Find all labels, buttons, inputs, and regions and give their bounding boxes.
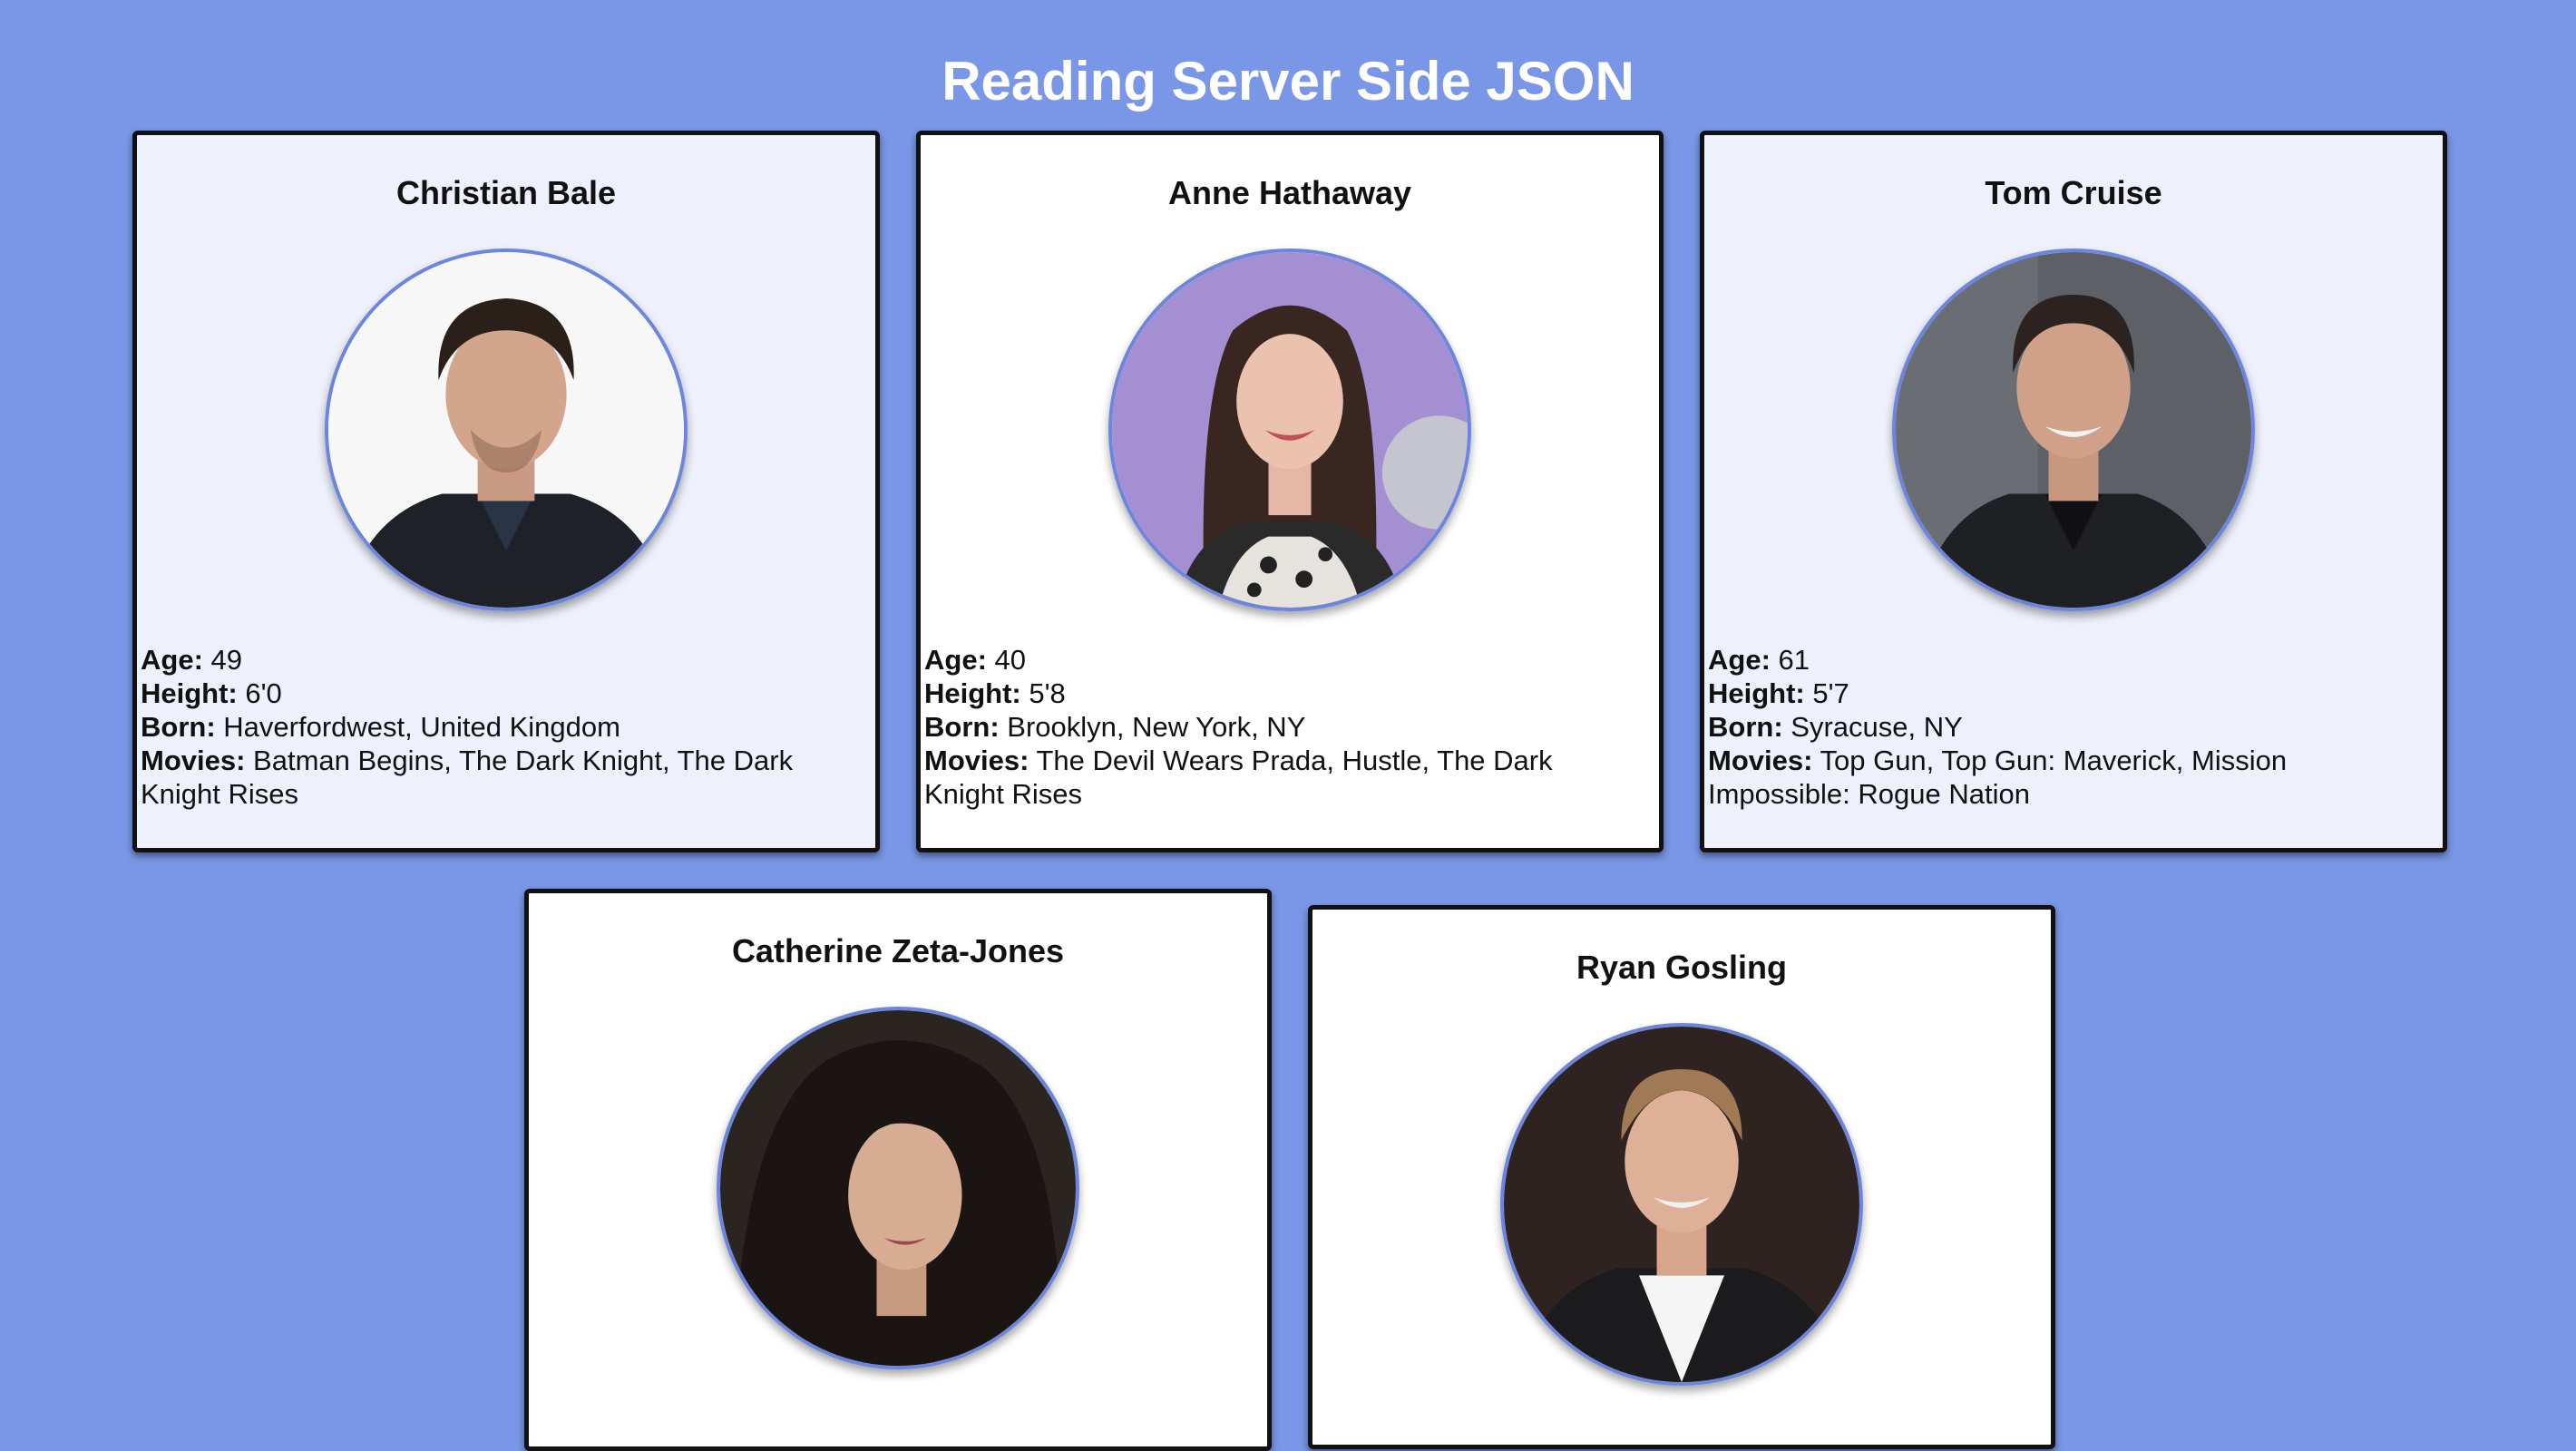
height-row: Height: 5'8 (924, 677, 1615, 710)
age-row: Age: 49 (141, 643, 832, 677)
actor-card-tom-cruise: Tom Cruise Age: 61 Height: 5'7 Born: Syr… (1700, 131, 2447, 852)
height-row: Height: 6'0 (141, 677, 832, 710)
actor-photo (1500, 1023, 1863, 1386)
actor-name: Anne Hathaway (1167, 174, 1412, 211)
born-row: Born: Haverfordwest, United Kingdom (141, 710, 832, 744)
movies-row: Movies: The Devil Wears Prada, Hustle, T… (924, 744, 1615, 811)
actor-name: Tom Cruise (1985, 174, 2162, 211)
age-row: Age: 40 (924, 643, 1615, 677)
age-label: Age: (1708, 644, 1771, 676)
actor-card-anne-hathaway: Anne Hathaway Age: 40 Height: 5'8 Born: … (916, 131, 1664, 852)
actor-name: Christian Bale (395, 174, 617, 211)
actor-info: Age: 40 Height: 5'8 Born: Brooklyn, New … (924, 643, 1615, 811)
age-row: Age: 61 (1708, 643, 2399, 677)
height-value: 5'7 (1812, 677, 1849, 709)
height-value: 6'0 (245, 677, 282, 709)
age-value: 49 (210, 644, 242, 676)
actor-photo (1892, 248, 2255, 611)
actor-card-christian-bale: Christian Bale Age: 49 Height: 6'0 Born:… (132, 131, 880, 852)
born-value: Syracuse, NY (1791, 711, 1963, 743)
movies-row: Movies: Top Gun, Top Gun: Maverick, Miss… (1708, 744, 2399, 811)
movies-label: Movies: (924, 745, 1029, 776)
actor-info: Age: 49 Height: 6'0 Born: Haverfordwest,… (141, 643, 832, 811)
page-title: Reading Server Side JSON (942, 51, 1634, 112)
actor-photo (1108, 248, 1471, 611)
born-label: Born: (1708, 711, 1783, 743)
height-value: 5'8 (1029, 677, 1066, 709)
born-value: Haverfordwest, United Kingdom (223, 711, 620, 743)
born-row: Born: Syracuse, NY (1708, 710, 2399, 744)
height-label: Height: (141, 677, 238, 709)
actor-card-ryan-gosling: Ryan Gosling (1308, 905, 2055, 1449)
height-label: Height: (924, 677, 1021, 709)
movies-label: Movies: (1708, 745, 1813, 776)
age-value: 61 (1778, 644, 1810, 676)
actor-photo (717, 1007, 1079, 1369)
age-value: 40 (994, 644, 1026, 676)
actor-info: Age: 61 Height: 5'7 Born: Syracuse, NY M… (1708, 643, 2399, 811)
born-row: Born: Brooklyn, New York, NY (924, 710, 1615, 744)
born-label: Born: (141, 711, 216, 743)
movies-row: Movies: Batman Begins, The Dark Knight, … (141, 744, 832, 811)
height-label: Height: (1708, 677, 1805, 709)
movies-label: Movies: (141, 745, 246, 776)
actor-name: Ryan Gosling (1576, 949, 1788, 986)
height-row: Height: 5'7 (1708, 677, 2399, 710)
born-value: Brooklyn, New York, NY (1007, 711, 1306, 743)
actor-card-catherine-zeta-jones: Catherine Zeta-Jones (524, 889, 1272, 1451)
actor-photo (325, 248, 688, 611)
age-label: Age: (141, 644, 203, 676)
born-label: Born: (924, 711, 1000, 743)
actor-name: Catherine Zeta-Jones (731, 932, 1065, 969)
age-label: Age: (924, 644, 987, 676)
